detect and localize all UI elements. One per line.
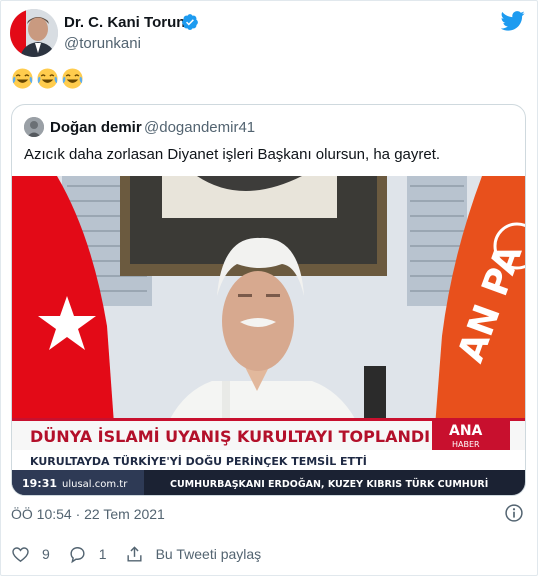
quoted-author-name[interactable]: Doğan demir	[50, 119, 142, 136]
share-icon	[127, 545, 142, 562]
tweet-actions: 9 1 Bu Tweeti paylaş	[11, 544, 279, 564]
tears-of-joy-emoji-icon	[62, 68, 83, 89]
reply-button[interactable]: 1	[68, 545, 107, 564]
tears-of-joy-emoji-icon	[12, 68, 33, 89]
author-name[interactable]: Dr. C. Kani Torun	[64, 14, 185, 31]
heart-icon	[12, 546, 29, 562]
reply-icon	[70, 546, 85, 563]
news-time: 19:31	[22, 477, 57, 490]
reply-count: 1	[98, 546, 107, 562]
news-headline: DÜNYA İSLAMİ UYANIŞ KURULTAYI TOPLANDI	[30, 427, 430, 446]
tweet-text	[11, 67, 84, 91]
share-label: Bu Tweeti paylaş	[155, 546, 262, 562]
like-button[interactable]: 9	[11, 545, 50, 564]
quoted-tweet-image[interactable]: AN PA DÜNYA İSLAMİ UYANIŞ KURULTAYI TOPL…	[12, 176, 525, 495]
quoted-author-avatar[interactable]	[24, 117, 44, 137]
news-ticker: CUMHURBAŞKANI ERDOĞAN, KUZEY KIBRIS TÜRK…	[170, 478, 488, 490]
tears-of-joy-emoji-icon	[37, 68, 58, 89]
author-avatar[interactable]	[10, 9, 58, 57]
quoted-tweet-text: Azıcık daha zorlasan Diyanet işleri Başk…	[24, 146, 441, 163]
news-subline: KURULTAYDA TÜRKİYE'Yİ DOĞU PERİNÇEK TEMS…	[30, 454, 367, 468]
tweet-card: Dr. C. Kani Torun @torunkani Doğan demir…	[0, 0, 538, 576]
verified-badge-icon	[182, 14, 198, 30]
news-site: ulusal.com.tr	[62, 479, 128, 490]
channel-logo-line1: ANA	[449, 423, 483, 439]
channel-logo-line2: HABER	[452, 440, 480, 449]
quoted-author-handle[interactable]: @dogandemir41	[144, 119, 255, 136]
share-button[interactable]: Bu Tweeti paylaş	[125, 545, 262, 564]
tweet-timestamp[interactable]: ÖÖ 10:54 · 22 Tem 2021	[11, 506, 165, 522]
like-count: 9	[42, 546, 50, 562]
author-handle[interactable]: @torunkani	[64, 35, 141, 52]
quoted-tweet[interactable]: Doğan demir @dogandemir41 Azıcık daha zo…	[11, 104, 526, 496]
info-icon[interactable]	[504, 503, 524, 523]
twitter-logo-icon[interactable]	[501, 11, 525, 31]
